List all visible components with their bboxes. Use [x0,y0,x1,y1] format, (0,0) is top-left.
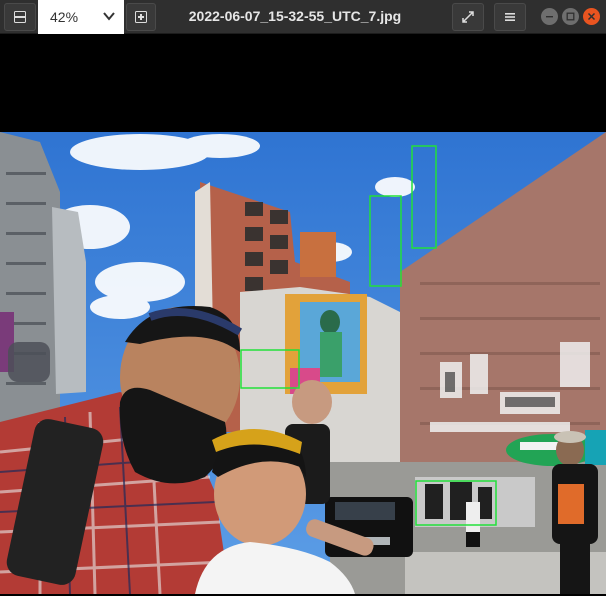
chevron-down-icon[interactable] [102,9,116,23]
zoom-value[interactable]: 42% [50,9,78,25]
plus-icon [135,11,147,23]
maximize-button[interactable] [562,8,579,25]
menu-button[interactable] [494,3,526,31]
minus-icon [14,11,26,23]
photo [0,132,606,594]
zoom-in-button[interactable] [126,3,156,31]
window-title: 2022-06-07_15-32-55_UTC_7.jpg [188,8,402,24]
titlebar: 42% 2022-06-07_15-32-55_UTC_7.jpg [0,0,606,34]
minimize-button[interactable] [541,8,558,25]
close-button[interactable] [583,8,600,25]
image-letterbox-top [0,34,606,132]
minimize-icon [546,16,553,18]
zoom-out-button[interactable] [4,3,36,31]
building-left [0,132,60,432]
maximize-icon [566,12,575,21]
fullscreen-button[interactable] [452,3,484,31]
close-icon [587,12,596,21]
image-canvas[interactable] [0,132,606,594]
hamburger-icon [505,13,515,21]
expand-icon [462,11,474,23]
zoom-combo[interactable]: 42% [38,0,124,34]
